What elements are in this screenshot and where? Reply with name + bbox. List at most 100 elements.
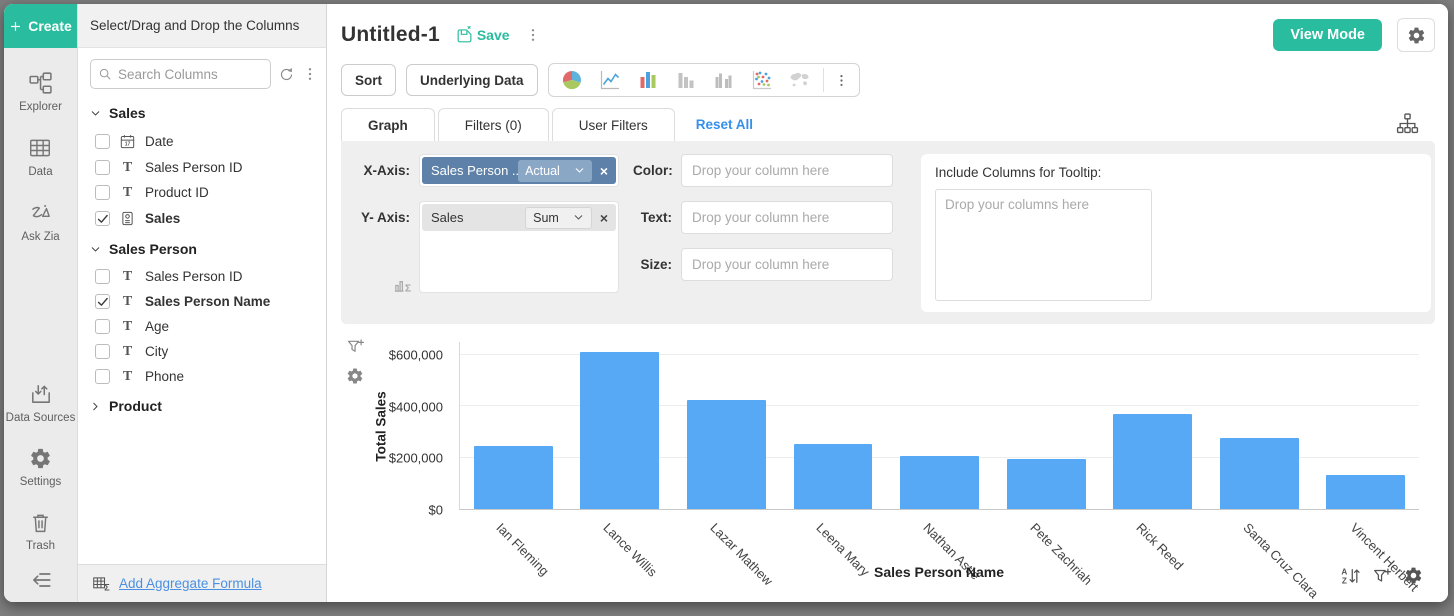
grouped-bar-icon[interactable] xyxy=(711,68,737,92)
bar-pete-zachriah[interactable] xyxy=(1007,459,1086,509)
chevron-down-icon xyxy=(573,212,584,223)
column-group-sales[interactable]: Sales xyxy=(78,96,326,128)
bar-lazar-mathew[interactable] xyxy=(687,400,766,509)
rail-item-label: Data Sources xyxy=(6,412,76,424)
data-sources-icon xyxy=(29,382,53,406)
column-item-sales-person-id[interactable]: TSales Person ID xyxy=(78,264,326,289)
create-button[interactable]: Create xyxy=(4,4,77,48)
pie-chart-icon[interactable] xyxy=(559,68,585,92)
bar-leena-mary[interactable] xyxy=(794,444,873,509)
bar-rick-reed[interactable] xyxy=(1113,414,1192,509)
column-item-sales-person-name[interactable]: TSales Person Name xyxy=(78,289,326,314)
kebab-menu-icon[interactable] xyxy=(525,27,541,43)
aggregate-bars-icon[interactable] xyxy=(393,274,414,295)
bar-slot xyxy=(673,342,780,509)
add-aggregate-formula-link[interactable]: Add Aggregate Formula xyxy=(119,576,262,591)
gear-icon[interactable] xyxy=(1404,566,1423,585)
sort-az-icon[interactable] xyxy=(1340,566,1360,586)
bar-slot xyxy=(567,342,674,509)
size-dropzone[interactable] xyxy=(681,248,893,281)
rail-item-data-sources[interactable]: Data Sources xyxy=(6,382,76,424)
column-item-product-id[interactable]: TProduct ID xyxy=(78,180,326,205)
bar-chart-mono-icon[interactable] xyxy=(673,68,699,92)
remove-column-icon[interactable]: × xyxy=(600,164,608,178)
rail-item-label: Trash xyxy=(26,540,55,552)
tab-user-filters[interactable]: User Filters xyxy=(552,108,675,141)
checkbox[interactable] xyxy=(95,211,110,226)
column-group-product[interactable]: Product xyxy=(78,389,326,421)
column-group-label: Product xyxy=(109,398,162,414)
text-dropzone[interactable] xyxy=(681,201,893,234)
column-item-date[interactable]: Date xyxy=(78,128,326,155)
remove-column-icon[interactable]: × xyxy=(600,211,608,225)
rail-item-data[interactable]: Data xyxy=(28,136,52,178)
map-chart-icon[interactable] xyxy=(787,68,813,92)
sort-button[interactable]: Sort xyxy=(341,64,396,96)
settings-button[interactable] xyxy=(1397,18,1435,52)
tab-graph[interactable]: Graph xyxy=(341,108,435,141)
add-filter-icon[interactable] xyxy=(1372,566,1392,586)
collapse-panel-icon[interactable] xyxy=(29,568,53,592)
column-item-sales-person-id[interactable]: TSales Person ID xyxy=(78,155,326,180)
column-item-city[interactable]: TCity xyxy=(78,339,326,364)
x-axis-mode-dropdown[interactable]: Actual xyxy=(518,160,592,182)
rail-item-settings[interactable]: Settings xyxy=(20,447,62,488)
bar-slot xyxy=(1206,342,1313,509)
refresh-icon[interactable] xyxy=(278,66,295,83)
tooltip-columns-label: Include Columns for Tooltip: xyxy=(935,165,1417,180)
bar-slots xyxy=(460,342,1419,509)
text-row: Text: xyxy=(633,201,905,234)
column-item-label: Age xyxy=(145,319,169,334)
column-item-label: City xyxy=(145,344,168,359)
column-item-label: Date xyxy=(145,134,174,149)
checkbox[interactable] xyxy=(95,319,110,334)
rail-item-trash[interactable]: Trash xyxy=(26,511,55,552)
rail-item-ask-zia[interactable]: Ask Zia xyxy=(21,201,59,243)
checkbox[interactable] xyxy=(95,134,110,149)
rail-item-label: Ask Zia xyxy=(21,231,59,243)
currency-icon xyxy=(119,210,136,227)
scatter-plot-icon[interactable] xyxy=(749,68,775,92)
rail-item-explorer[interactable]: Explorer xyxy=(19,71,62,113)
y-axis-column-pill[interactable]: Sales Sum × xyxy=(422,204,616,231)
bar-ian-fleming[interactable] xyxy=(474,446,553,509)
bar-vincent-herbert[interactable] xyxy=(1326,475,1405,509)
bar-chart-icon[interactable] xyxy=(635,68,661,92)
y-axis-aggregate-dropdown[interactable]: Sum xyxy=(525,207,592,229)
bar-santa-cruz-clara[interactable] xyxy=(1220,438,1299,509)
search-columns-input[interactable] xyxy=(90,59,271,89)
column-item-phone[interactable]: TPhone xyxy=(78,364,326,389)
sitemap-icon[interactable] xyxy=(1396,112,1419,135)
gear-icon xyxy=(1407,26,1426,45)
reset-all-link[interactable]: Reset All xyxy=(696,117,753,132)
bar-lance-willis[interactable] xyxy=(580,352,659,509)
checkbox[interactable] xyxy=(95,344,110,359)
x-tick-label: Santa Cruz Clara xyxy=(1240,520,1321,601)
save-button[interactable]: Save xyxy=(455,26,510,45)
aggregate-formula-icon xyxy=(92,574,111,593)
checkbox[interactable] xyxy=(95,269,110,284)
tab-filters-0[interactable]: Filters (0) xyxy=(438,108,549,141)
kebab-menu-icon[interactable] xyxy=(302,66,318,82)
column-group-sales-person[interactable]: Sales Person xyxy=(78,232,326,264)
line-chart-icon[interactable] xyxy=(597,68,623,92)
kebab-menu-icon[interactable] xyxy=(834,73,849,88)
bar-nathan-astle[interactable] xyxy=(900,456,979,509)
tabs: GraphFilters (0)User Filters xyxy=(341,108,678,141)
underlying-data-button[interactable]: Underlying Data xyxy=(406,64,538,96)
checkbox[interactable] xyxy=(95,369,110,384)
column-item-sales[interactable]: Sales xyxy=(78,205,326,232)
x-axis-dropzone[interactable]: Sales Person ... Actual × xyxy=(419,154,619,187)
checkbox[interactable] xyxy=(95,185,110,200)
x-axis-column-pill[interactable]: Sales Person ... Actual × xyxy=(422,157,616,184)
y-axis-dropzone[interactable]: Sales Sum × xyxy=(419,201,619,293)
checkbox[interactable] xyxy=(95,294,110,309)
color-dropzone[interactable] xyxy=(681,154,893,187)
view-mode-button[interactable]: View Mode xyxy=(1273,19,1382,51)
plus-icon xyxy=(9,20,22,33)
columns-panel-footer: Add Aggregate Formula xyxy=(78,564,326,602)
tooltip-columns-dropzone[interactable] xyxy=(935,189,1152,301)
column-item-age[interactable]: TAge xyxy=(78,314,326,339)
checkbox[interactable] xyxy=(95,160,110,175)
tooltip-config-card: Include Columns for Tooltip: xyxy=(921,154,1431,312)
